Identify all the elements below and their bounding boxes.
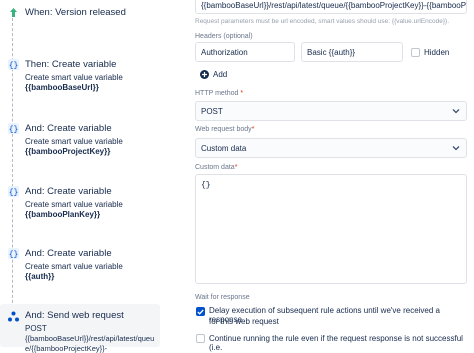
rule-node-bamboo-base-url[interactable]: {} Then: Create variable Create smart va… (0, 56, 160, 96)
body-select[interactable]: Custom data (195, 138, 467, 158)
custom-data-label-text: Custom data (195, 164, 235, 171)
header-name-value: Authorization (201, 47, 248, 57)
node-value: {{auth}} (25, 272, 55, 281)
http-method-label: HTTP method * (195, 90, 243, 97)
rule-node-bamboo-plan-key[interactable]: {} And: Create variable Create smart val… (0, 183, 160, 223)
header-value-value: Basic {{auth}} (307, 47, 356, 57)
required-marker: * (240, 90, 244, 97)
rule-node-send-web-request[interactable]: And: Send web request POST {{bambooBaseU… (0, 304, 160, 353)
node-subtitle: Create smart value variable (25, 262, 123, 271)
add-header-button[interactable]: Add (200, 70, 227, 79)
delay-checkbox[interactable] (196, 307, 205, 316)
variable-icon: {} (7, 122, 19, 134)
node-url: {{bambooBaseUrl}}/rest/api/latest/queu (25, 334, 155, 343)
svg-text:{}: {} (8, 250, 18, 259)
node-title: And: Create variable (25, 248, 112, 259)
rule-node-bamboo-project-key[interactable]: {} And: Create variable Create smart val… (0, 120, 160, 160)
url-value: {{bambooBaseUrl}}/rest/api/latest/queue/… (201, 0, 467, 10)
rule-trigger[interactable]: When: Version released (0, 0, 160, 26)
rule-node-auth[interactable]: {} And: Create variable Create smart val… (0, 245, 160, 285)
webhook-icon (7, 310, 19, 322)
trigger-title: When: Version released (25, 7, 126, 18)
node-value: {{bambooProjectKey}} (25, 147, 111, 156)
wait-label: Wait for response (195, 294, 250, 301)
node-title: And: Create variable (25, 186, 112, 197)
hidden-checkbox[interactable] (411, 48, 420, 57)
checkmark-icon (197, 309, 204, 315)
custom-data-textarea[interactable]: {} (195, 174, 467, 284)
body-label: Web request body* (195, 126, 254, 133)
custom-data-value: {} (201, 181, 211, 190)
variable-icon: {} (7, 58, 19, 70)
plus-circle-icon (200, 70, 209, 79)
header-name-input[interactable]: Authorization (195, 42, 295, 62)
continue-text: Continue running the rule even if the re… (209, 334, 463, 352)
body-value: Custom data (201, 143, 247, 153)
variable-icon: {} (7, 185, 19, 197)
http-method-label-text: HTTP method (195, 90, 239, 97)
headers-label: Headers (optional) (195, 33, 253, 40)
url-input[interactable]: {{bambooBaseUrl}}/rest/api/latest/queue/… (195, 0, 467, 14)
add-label: Add (213, 70, 228, 79)
node-method: POST (25, 324, 47, 333)
node-value: {{bambooBaseUrl}} (25, 83, 99, 92)
url-help-text: Request parameters must be url encoded, … (195, 18, 450, 25)
http-method-select[interactable]: POST (195, 101, 467, 121)
svg-text:{}: {} (8, 188, 18, 197)
http-method-value: POST (201, 106, 223, 116)
node-subtitle: Create smart value variable (25, 73, 123, 82)
chevron-down-icon (452, 146, 460, 151)
chevron-down-icon (452, 109, 460, 114)
node-title: And: Send web request (25, 310, 124, 321)
svg-text:{}: {} (8, 61, 18, 70)
body-label-text: Web request body (195, 126, 252, 133)
rule-chain: When: Version released {} Then: Create v… (0, 0, 162, 353)
required-marker: * (234, 164, 238, 171)
continue-checkbox[interactable] (196, 334, 205, 343)
delay-text-2: for this web request (209, 317, 279, 326)
node-value: {{bambooPlanKey}} (25, 210, 101, 219)
custom-data-label: Custom data* (195, 164, 237, 171)
variable-icon: {} (7, 247, 19, 259)
version-icon (7, 6, 19, 18)
node-url-cont: e/{{bambooProjectKey}}- (25, 344, 108, 353)
required-marker: * (251, 126, 255, 133)
node-subtitle: Create smart value variable (25, 200, 123, 209)
node-subtitle: Create smart value variable (25, 137, 123, 146)
node-title: And: Create variable (25, 123, 112, 134)
header-value-input[interactable]: Basic {{auth}} (301, 42, 403, 62)
hidden-label: Hidden (424, 48, 450, 57)
web-request-config: {{bambooBaseUrl}}/rest/api/latest/queue/… (190, 0, 474, 352)
svg-text:{}: {} (8, 125, 18, 134)
node-title: Then: Create variable (25, 59, 117, 70)
